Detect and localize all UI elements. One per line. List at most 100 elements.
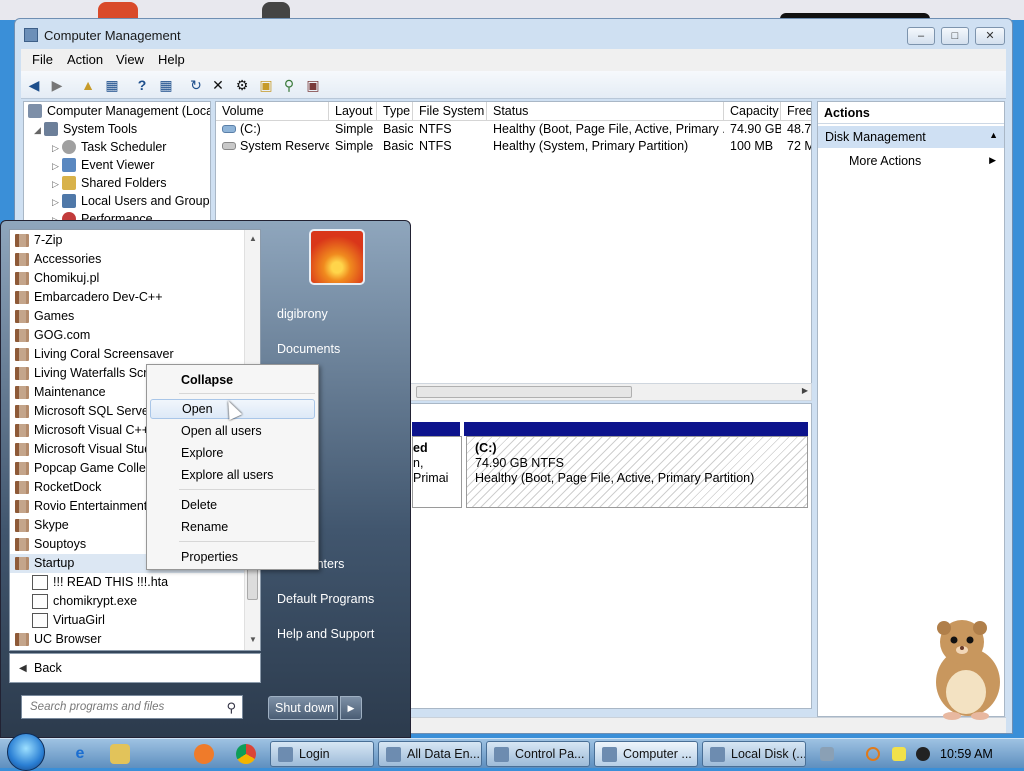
program-folder[interactable]: UC Browser: [10, 630, 245, 649]
explore-menu-item[interactable]: Explore: [150, 443, 315, 463]
menu-view[interactable]: View: [116, 52, 144, 67]
scroll-down-arrow-icon[interactable]: ▼: [247, 635, 259, 644]
search-icon[interactable]: ⚲: [280, 76, 298, 94]
collapse-arrow-icon[interactable]: ▲: [989, 130, 998, 140]
properties-menu-item[interactable]: Properties: [150, 547, 315, 567]
program-shortcut[interactable]: !!! READ THIS !!!.hta: [10, 573, 245, 592]
tree-item[interactable]: ▷ Task Scheduler: [52, 140, 166, 158]
search-tray-icon[interactable]: [866, 747, 880, 761]
taskbar-computer-management-button[interactable]: Computer ...: [594, 741, 698, 767]
collapse-menu-item[interactable]: Collapse: [150, 370, 315, 390]
show-hide-tree-icon[interactable]: ▦: [103, 76, 121, 94]
column-header-free[interactable]: Free: [781, 102, 811, 121]
expand-triangle-icon[interactable]: ▷: [52, 179, 62, 190]
column-header-file-system[interactable]: File System: [413, 102, 487, 121]
layout-cell: Simple: [335, 122, 374, 136]
scrollbar-thumb[interactable]: [416, 386, 632, 398]
menu-file[interactable]: File: [32, 52, 53, 67]
program-folder[interactable]: Chomikuj.pl: [10, 269, 245, 288]
folder-icon: [15, 519, 29, 532]
start-menu-right-item[interactable]: Documents: [277, 342, 340, 356]
open-all-users-menu-item[interactable]: Open all users: [150, 421, 315, 441]
open-folder-icon[interactable]: ▣: [257, 76, 275, 94]
taskbar-control-panel-button[interactable]: Control Pa...: [486, 741, 590, 767]
disk-properties-icon[interactable]: ▣: [304, 76, 322, 94]
close-button[interactable]: ✕: [975, 27, 1005, 45]
tree-item[interactable]: ▷ Event Viewer: [52, 158, 154, 176]
program-folder[interactable]: 7-Zip: [10, 231, 245, 250]
taskbar-local-disk-button[interactable]: Local Disk (...: [702, 741, 806, 767]
chrome-icon[interactable]: [236, 744, 256, 764]
start-menu-right-item[interactable]: Default Programs: [277, 592, 374, 606]
column-header-volume[interactable]: Volume: [216, 102, 329, 121]
collapse-triangle-icon[interactable]: ◢: [34, 125, 44, 136]
desktop-icon[interactable]: [262, 2, 290, 18]
taskbar-login-button[interactable]: Login: [270, 741, 374, 767]
file-explorer-icon[interactable]: [110, 744, 130, 764]
hamster-desktop-toy[interactable]: [922, 616, 1008, 720]
column-header-status[interactable]: Status: [487, 102, 724, 121]
c-drive-partition[interactable]: (C:) 74.90 GB NTFS Healthy (Boot, Page F…: [466, 436, 808, 508]
more-actions-item[interactable]: More Actions ▶: [818, 150, 1004, 172]
column-header-type[interactable]: Type: [377, 102, 413, 121]
folder-icon: [15, 291, 29, 304]
program-folder[interactable]: Living Coral Screensaver: [10, 345, 245, 364]
shutdown-options-arrow-icon[interactable]: ▶: [340, 696, 362, 720]
scroll-up-arrow-icon[interactable]: ▲: [247, 234, 259, 243]
program-folder[interactable]: GOG.com: [10, 326, 245, 345]
tree-item[interactable]: ▷ Local Users and Groups: [52, 194, 210, 212]
delete-menu-item[interactable]: Delete: [150, 495, 315, 515]
start-menu-right-item[interactable]: Help and Support: [277, 627, 374, 641]
expand-triangle-icon[interactable]: ▷: [52, 161, 62, 172]
disk-management-section[interactable]: Disk Management ▲: [818, 126, 1004, 148]
folder-icon: [15, 481, 29, 494]
tree-item[interactable]: Computer Management (Local: [28, 104, 210, 122]
action-pane-icon[interactable]: ▦: [157, 76, 175, 94]
system-reserved-partition[interactable]: ed n, Primai: [412, 436, 462, 508]
properties-icon[interactable]: ⚙: [233, 76, 251, 94]
column-header-capacity[interactable]: Capacity: [724, 102, 781, 121]
tree-item[interactable]: ▷ Shared Folders: [52, 176, 166, 194]
program-shortcut[interactable]: VirtuaGirl: [10, 611, 245, 630]
forward-arrow-icon[interactable]: ▶: [48, 76, 66, 94]
tree-item[interactable]: ◢ System Tools: [34, 122, 137, 140]
partition-bar: [412, 422, 460, 436]
program-folder[interactable]: Games: [10, 307, 245, 326]
network-tray-icon[interactable]: [820, 747, 834, 761]
minimize-button[interactable]: –: [907, 27, 935, 45]
internet-explorer-icon[interactable]: e: [70, 744, 90, 764]
start-button[interactable]: [7, 733, 45, 771]
back-button[interactable]: ◀ Back: [9, 653, 261, 683]
notification-tray-icon[interactable]: [892, 747, 906, 761]
shut-down-button[interactable]: Shut down: [268, 696, 338, 720]
scroll-right-arrow-icon[interactable]: ▶: [802, 386, 808, 395]
desktop-icon[interactable]: [98, 2, 138, 18]
folder-icon: [15, 500, 29, 513]
volume-tray-icon[interactable]: [916, 747, 930, 761]
expand-triangle-icon[interactable]: ▷: [52, 197, 62, 208]
program-shortcut[interactable]: chomikrypt.exe: [10, 592, 245, 611]
flower-app-icon[interactable]: [194, 744, 214, 764]
menu-action[interactable]: Action: [67, 52, 103, 67]
up-folder-icon[interactable]: ▲: [79, 76, 97, 94]
refresh-icon[interactable]: ↻: [187, 76, 205, 94]
explore-all-users-menu-item[interactable]: Explore all users: [150, 465, 315, 485]
title-bar[interactable]: Computer Management – □ ✕: [15, 19, 1012, 49]
help-icon[interactable]: ?: [133, 76, 151, 94]
back-arrow-icon[interactable]: ◀: [25, 76, 43, 94]
rename-menu-item[interactable]: Rename: [150, 517, 315, 537]
column-header-layout[interactable]: Layout: [329, 102, 377, 121]
menu-help[interactable]: Help: [158, 52, 185, 67]
program-folder[interactable]: Embarcadero Dev-C++: [10, 288, 245, 307]
taskbar-all-data-button[interactable]: All Data En...: [378, 741, 482, 767]
program-folder[interactable]: Accessories: [10, 250, 245, 269]
maximize-button[interactable]: □: [941, 27, 969, 45]
user-avatar[interactable]: [309, 229, 365, 285]
taskbar-app-icon: [710, 747, 725, 762]
expand-triangle-icon[interactable]: ▷: [52, 143, 62, 154]
search-programs-input[interactable]: Search programs and files ⚲: [21, 695, 243, 719]
type-cell: Basic: [383, 139, 413, 153]
delete-icon[interactable]: ✕: [209, 76, 227, 94]
start-menu-right-item[interactable]: digibrony: [277, 307, 328, 321]
taskbar-clock[interactable]: 10:59 AM: [940, 747, 993, 761]
